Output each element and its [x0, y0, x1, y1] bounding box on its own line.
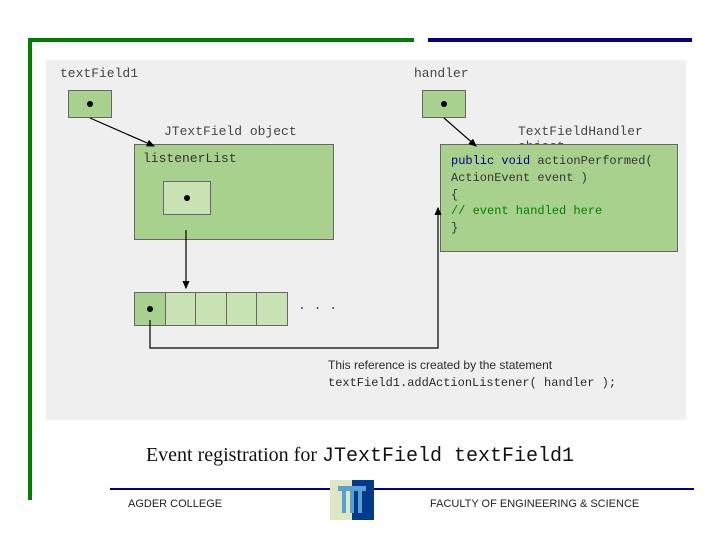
array-cell	[166, 293, 197, 325]
college-logo-icon	[330, 480, 374, 520]
ref-dot-icon	[147, 306, 153, 312]
method-box: public void actionPerformed( ActionEvent…	[440, 144, 678, 252]
ref-dot-icon	[441, 101, 447, 107]
ellipsis: . . .	[298, 298, 337, 313]
method-comment: // event handled here	[451, 203, 667, 220]
note-line: This reference is created by the stateme…	[328, 356, 616, 374]
slide-caption: Event registration for JTextField textFi…	[0, 444, 720, 468]
method-line: ActionEvent event )	[451, 170, 667, 187]
label-handler: handler	[414, 66, 469, 81]
caption-prefix: Event registration for	[146, 444, 322, 466]
method-line: {	[451, 187, 667, 204]
top-accent-bar	[28, 38, 692, 42]
method-line: public void actionPerformed(	[451, 153, 667, 170]
diagram-panel: textField1 handler JTextField object Tex…	[46, 60, 686, 420]
array-cell	[135, 293, 166, 325]
listener-array	[134, 292, 288, 326]
ref-dot-icon	[87, 101, 93, 107]
ref-dot-icon	[184, 195, 190, 201]
array-cell	[257, 293, 287, 325]
top-bar-navy	[428, 38, 692, 42]
label-textfield1: textField1	[60, 66, 138, 81]
inner-ref-box	[163, 181, 211, 215]
listener-list-box: listenerList	[134, 144, 334, 240]
method-line: }	[451, 220, 667, 237]
label-jtextfield-object: JTextField object	[164, 124, 297, 139]
array-cell	[227, 293, 258, 325]
reference-note: This reference is created by the stateme…	[328, 356, 616, 392]
footer-divider	[110, 488, 694, 490]
array-cell	[196, 293, 227, 325]
top-bar-green	[28, 38, 414, 42]
caption-code: JTextField textField1	[322, 445, 574, 468]
ref-box-textfield1	[68, 90, 112, 118]
left-accent-bar	[28, 38, 32, 500]
note-code-line: textField1.addActionListener( handler );	[328, 374, 616, 392]
ref-box-handler	[422, 90, 466, 118]
listener-list-title: listenerList	[143, 151, 237, 166]
footer-left: AGDER COLLEGE	[128, 498, 222, 510]
footer-right: FACULTY OF ENGINEERING & SCIENCE	[430, 498, 639, 510]
